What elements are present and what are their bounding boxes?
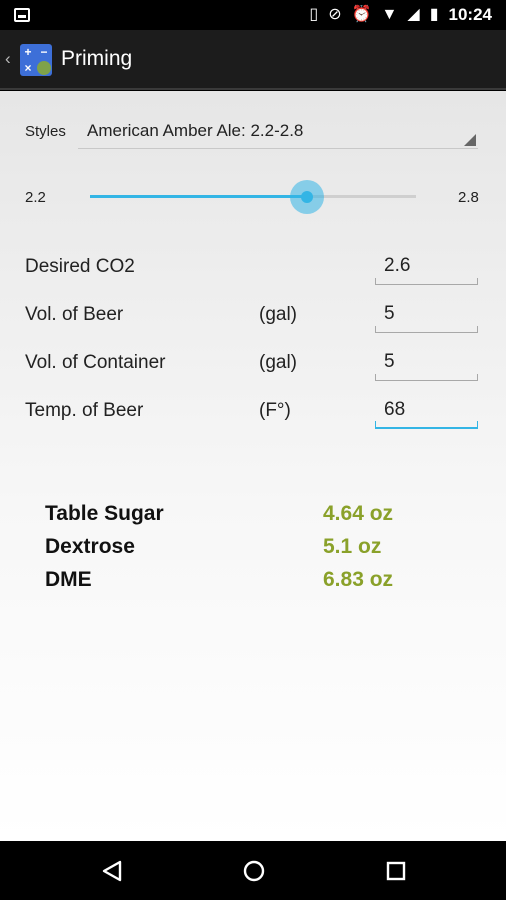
- table-sugar-value: 4.64 oz: [323, 502, 394, 525]
- vol-of-container-input[interactable]: [384, 351, 472, 373]
- vol-of-container-row: Vol. of Container (gal): [0, 345, 506, 385]
- signal-icon: ◢: [407, 6, 420, 23]
- dropdown-arrow-icon: [464, 134, 476, 146]
- table-sugar-label: Table Sugar: [45, 502, 164, 525]
- times-glyph: ×: [24, 61, 32, 75]
- vol-of-container-field[interactable]: [375, 345, 478, 381]
- status-icons: ▯ ⊘ ⏰ ▼ ◢ ▮ 10:24: [309, 4, 492, 26]
- vol-of-container-unit: (gal): [259, 352, 298, 373]
- slider-fill: [90, 195, 308, 198]
- dme-label: DME: [45, 568, 92, 591]
- status-time: 10:24: [448, 5, 492, 24]
- slider-max-label: 2.8: [458, 189, 479, 206]
- desired-co2-input[interactable]: [384, 255, 472, 277]
- navigation-bar: [0, 841, 506, 900]
- back-icon[interactable]: [82, 841, 142, 900]
- app-bar: ‹ + − × Priming: [0, 30, 506, 90]
- alarm-icon: ⏰: [351, 6, 372, 23]
- temp-of-beer-field[interactable]: [375, 393, 478, 429]
- main-content: Styles American Amber Ale: 2.2-2.8 2.2 2…: [0, 91, 506, 841]
- dextrose-label: Dextrose: [45, 535, 135, 558]
- desired-co2-label: Desired CO2: [25, 256, 135, 277]
- vol-of-beer-input[interactable]: [384, 303, 472, 325]
- back-chevron-icon[interactable]: ‹: [5, 49, 11, 69]
- temp-of-beer-input[interactable]: [384, 399, 472, 421]
- calculator-app-icon[interactable]: + − ×: [20, 44, 52, 76]
- desired-co2-field[interactable]: [375, 249, 478, 285]
- temp-of-beer-unit: (F°): [259, 400, 291, 421]
- recent-apps-icon[interactable]: [366, 841, 426, 900]
- temp-of-beer-row: Temp. of Beer (F°): [0, 393, 506, 433]
- dextrose-value: 5.1 oz: [323, 535, 382, 558]
- vol-of-beer-label: Vol. of Beer: [25, 304, 124, 325]
- do-not-disturb-icon: ⊘: [328, 6, 342, 23]
- page-title: Priming: [61, 47, 133, 70]
- hop-icon: [37, 61, 51, 75]
- vol-of-beer-unit: (gal): [259, 304, 298, 325]
- styles-spinner[interactable]: American Amber Ale: 2.2-2.8: [78, 113, 478, 149]
- battery-icon: ▮: [429, 6, 439, 23]
- dme-value: 6.83 oz: [323, 568, 394, 591]
- slider-thumb[interactable]: [290, 180, 325, 214]
- minus-glyph: −: [40, 45, 48, 59]
- vol-of-container-label: Vol. of Container: [25, 352, 166, 373]
- slider-min-label: 2.2: [25, 189, 46, 206]
- wifi-icon: ▼: [381, 6, 398, 23]
- co2-slider[interactable]: [90, 180, 416, 214]
- styles-label: Styles: [25, 123, 66, 140]
- temp-of-beer-label: Temp. of Beer: [25, 400, 144, 421]
- desired-co2-row: Desired CO2: [0, 249, 506, 289]
- image-icon: [14, 8, 30, 22]
- home-icon[interactable]: [224, 841, 284, 900]
- styles-selected-value: American Amber Ale: 2.2-2.8: [87, 121, 304, 140]
- vibrate-icon: ▯: [309, 6, 319, 23]
- status-bar: ▯ ⊘ ⏰ ▼ ◢ ▮ 10:24: [0, 0, 506, 30]
- plus-glyph: +: [24, 45, 32, 59]
- vol-of-beer-row: Vol. of Beer (gal): [0, 297, 506, 337]
- vol-of-beer-field[interactable]: [375, 297, 478, 333]
